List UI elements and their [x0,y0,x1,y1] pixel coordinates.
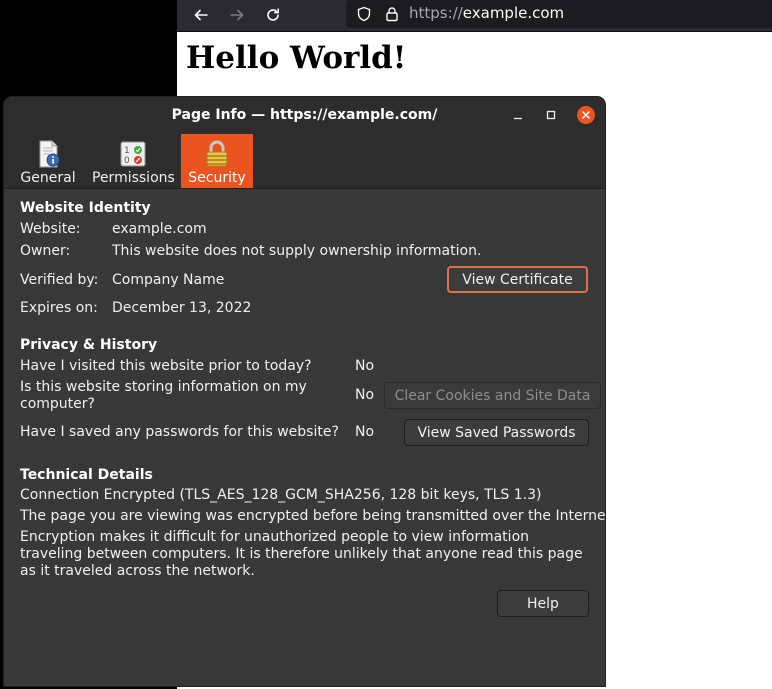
shield-icon[interactable] [356,6,372,22]
visited-question: Have I visited this website prior to tod… [20,358,312,374]
tab-permissions-label: Permissions [92,170,175,186]
url-scheme: https:// [409,4,463,22]
passwords-answer: No [355,424,375,440]
clear-cookies-button[interactable]: Clear Cookies and Site Data [384,382,601,409]
website-identity-heading: Website Identity [20,200,151,216]
forward-button[interactable] [224,3,250,27]
forward-arrow-icon [230,9,244,21]
encryption-explanation-text: Encryption makes it difficult for unauth… [20,529,583,579]
back-button[interactable] [188,3,214,27]
page-info-icon [39,140,60,168]
owner-label: Owner: [20,243,71,259]
back-arrow-icon [194,9,208,21]
reload-icon [267,8,279,21]
verified-by-value: Company Name [112,272,225,288]
minimize-icon [514,117,522,120]
view-saved-passwords-button[interactable]: View Saved Passwords [404,419,589,446]
encrypted-transmission-text: The page you are viewing was encrypted b… [20,508,605,524]
minimize-button[interactable] [509,106,527,124]
svg-text:0: 0 [124,156,130,166]
security-panel: Website Identity Website: example.com Ow… [4,189,605,686]
passwords-question: Have I saved any passwords for this webs… [20,424,339,440]
storing-question: Is this website storing information on m… [20,379,307,412]
url-host: example.com [462,4,565,22]
maximize-button[interactable] [542,106,560,124]
tab-general-label: General [20,170,76,186]
tab-security[interactable]: Security [181,134,253,188]
connection-encrypted-text: Connection Encrypted (TLS_AES_128_GCM_SH… [20,487,542,503]
help-button[interactable]: Help [497,590,589,617]
reload-button[interactable] [260,3,286,27]
lock-icon[interactable] [384,6,400,22]
maximize-icon [546,110,556,120]
dialog-titlebar[interactable]: Page Info — https://example.com/ [4,97,605,133]
page-info-dialog: Page Info — https://example.com/ General [4,97,605,686]
security-lock-icon [206,140,228,167]
svg-text:1: 1 [124,146,130,156]
view-certificate-button[interactable]: View Certificate [447,266,588,293]
storing-answer: No [355,387,375,403]
privacy-history-heading: Privacy & History [20,337,158,353]
close-button[interactable] [577,106,595,124]
owner-value: This website does not supply ownership i… [112,243,482,259]
tab-general[interactable]: General [17,134,79,188]
dialog-tab-bar: General 1 0 Permissions Security [4,133,605,189]
expires-on-value: December 13, 2022 [112,300,252,316]
website-label: Website: [20,221,81,237]
permissions-icon: 1 0 [120,141,146,167]
browser-toolbar: https://example.com [177,0,772,32]
technical-details-heading: Technical Details [20,467,153,483]
url-text[interactable]: https://example.com [409,4,564,22]
website-value: example.com [112,221,207,237]
page-heading: Hello World! [186,40,407,76]
url-bar[interactable]: https://example.com [346,0,772,28]
visited-answer: No [355,358,375,374]
close-icon [582,111,590,119]
expires-on-label: Expires on: [20,300,98,316]
tab-permissions[interactable]: 1 0 Permissions [92,134,175,188]
tab-security-label: Security [188,170,246,186]
verified-by-label: Verified by: [20,272,99,288]
